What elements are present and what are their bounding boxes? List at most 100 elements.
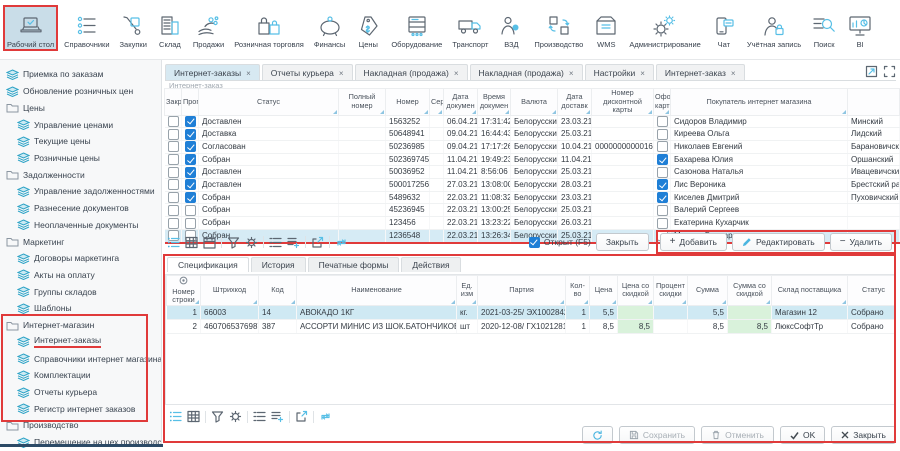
order-row[interactable]: Доставлен156325206.04.2117:31:42Белорусс… [165, 115, 900, 128]
spec-column-header[interactable]: Цена со скидкой [618, 276, 654, 306]
order-posted-checkbox[interactable] [185, 167, 196, 178]
close-tab-icon[interactable]: × [731, 69, 736, 78]
toolbar-item[interactable]: Справочники [60, 5, 113, 51]
list-view-icon[interactable] [169, 410, 182, 423]
sidebar-item[interactable]: Справочники интернет магазина [6, 350, 161, 367]
calendar-icon[interactable] [203, 236, 216, 249]
toolbar-item[interactable]: Поиск [807, 5, 841, 51]
filter-icon[interactable] [227, 236, 240, 249]
toolbar-item[interactable]: Финансы [310, 5, 350, 51]
document-tab[interactable]: Интернет-заказ× [656, 64, 745, 80]
orders-column-header[interactable]: Дата докумен [444, 89, 478, 116]
sidebar-item[interactable]: Приемка по заказам [6, 66, 161, 83]
order-closed-checkbox[interactable] [168, 116, 179, 127]
order-row[interactable]: Собран50236974511.04.2119:49:23Белорусск… [165, 153, 900, 166]
open-in-window-icon[interactable] [865, 65, 878, 78]
sidebar-item[interactable]: Текущие цены [6, 133, 161, 150]
order-row[interactable]: Собран548963222.03.2111:08:32Белорусский… [165, 191, 900, 204]
orders-column-header[interactable]: Прог [182, 89, 199, 116]
orders-column-header[interactable]: Номер дисконтной карты [592, 89, 654, 116]
cancel-button[interactable]: Отменить [701, 426, 774, 444]
order-closed-checkbox[interactable] [168, 179, 179, 190]
spec-column-header[interactable]: Цена [590, 276, 618, 306]
sidebar-folder[interactable]: Цены [6, 99, 161, 116]
table-view-icon[interactable] [187, 410, 200, 423]
orders-column-header[interactable]: Покупатель интернет магазина [671, 89, 848, 116]
toolbar-item[interactable]: Учётная запись [743, 5, 805, 51]
gear-icon[interactable] [245, 236, 258, 249]
toolbar-item[interactable]: Склад [153, 5, 187, 51]
sidebar-item[interactable]: Неоплаченные документы [6, 216, 161, 233]
spec-column-header[interactable]: Партия [478, 276, 566, 306]
spec-column-header[interactable]: Код [259, 276, 297, 306]
order-ofo-checkbox[interactable] [657, 192, 668, 203]
order-closed-checkbox[interactable] [168, 154, 179, 165]
gear-icon[interactable] [229, 410, 242, 423]
filter-icon[interactable] [211, 410, 224, 423]
orders-column-header[interactable]: Сер [430, 89, 444, 116]
toolbar-item[interactable]: Чат [707, 5, 741, 51]
order-row[interactable]: Доставлен50001725627.03.2113:08:00Белору… [165, 179, 900, 192]
close-tab-icon[interactable]: × [454, 69, 459, 78]
orders-column-header[interactable]: Полный номер [339, 89, 386, 116]
orders-column-header[interactable]: Дата доставк [558, 89, 592, 116]
spec-row[interactable]: 24607065376987387АССОРТИ МИНИС ИЗ ШОК.БА… [167, 319, 897, 333]
ok-button[interactable]: OK [780, 426, 825, 444]
document-tab[interactable]: Интернет-заказы× [165, 64, 260, 80]
toolbar-item[interactable]: Розничная торговля [230, 5, 308, 51]
order-posted-checkbox[interactable] [185, 141, 196, 152]
document-tab[interactable]: Отчеты курьера× [262, 64, 353, 80]
sidebar-item[interactable]: Акты на оплату [6, 267, 161, 284]
order-posted-checkbox[interactable] [185, 129, 196, 140]
sidebar-item[interactable]: Регистр интернет заказов [6, 400, 161, 417]
order-row[interactable]: Собран12345622.03.2113:23:22Белорусский2… [165, 217, 900, 230]
add-row-icon[interactable] [271, 410, 284, 423]
spec-column-header[interactable]: Статус [848, 276, 897, 306]
sidebar-item[interactable]: Разнесение документов [6, 200, 161, 217]
orders-column-header[interactable] [848, 89, 900, 116]
sidebar-item[interactable]: Комплектации [6, 367, 161, 384]
sidebar-folder[interactable]: Задолженности [6, 166, 161, 183]
spec-column-header[interactable]: Сумма [688, 276, 728, 306]
order-posted-checkbox[interactable] [185, 154, 196, 165]
table-view-icon[interactable] [185, 236, 198, 249]
orders-column-header[interactable]: Валюта [511, 89, 558, 116]
toolbar-item[interactable]: WMS [589, 5, 623, 51]
close-tab-icon[interactable]: × [640, 69, 645, 78]
order-row[interactable]: Согласован5023698509.04.2117:17:26Белору… [165, 140, 900, 153]
spec-column-header[interactable]: Склад поставщика [772, 276, 848, 306]
sidebar-item[interactable]: Интернет-заказы [6, 334, 161, 351]
order-posted-checkbox[interactable] [185, 179, 196, 190]
spec-column-header[interactable]: Кол-во [566, 276, 590, 306]
sidebar-folder[interactable]: Производство [6, 417, 161, 434]
sidebar-folder[interactable]: Интернет-магазин [6, 317, 161, 334]
order-ofo-checkbox[interactable] [657, 167, 668, 178]
refresh-icon[interactable] [335, 236, 348, 249]
spec-column-header[interactable]: Штрихкод [201, 276, 259, 306]
specification-tab[interactable]: Спецификация [167, 257, 249, 272]
spec-column-header[interactable]: Процент скидки [654, 276, 688, 306]
order-ofo-checkbox[interactable] [657, 116, 668, 127]
orders-column-header[interactable]: Закр [165, 89, 182, 116]
sidebar-item[interactable]: Обновление розничных цен [6, 83, 161, 100]
numbered-list-icon[interactable] [269, 236, 282, 249]
toolbar-item[interactable]: Производство [530, 5, 587, 51]
orders-column-header[interactable]: Офо карт [654, 89, 671, 116]
close-tab-icon[interactable]: × [246, 69, 251, 78]
order-ofo-checkbox[interactable] [657, 205, 668, 216]
order-closed-checkbox[interactable] [168, 141, 179, 152]
order-row[interactable]: Доставлен5003695211.04.218:56:06Белорусс… [165, 166, 900, 179]
order-row[interactable]: Доставка5064894109.04.2116:44:43Белорусс… [165, 128, 900, 141]
sidebar-item[interactable]: Управление ценами [6, 116, 161, 133]
sidebar-folder[interactable]: Маркетинг [6, 233, 161, 250]
specification-tab[interactable]: Печатные формы [308, 257, 400, 272]
sidebar-item[interactable]: Перемещение на цех производства [6, 434, 161, 451]
spec-column-header[interactable]: Сумма со скидкой [728, 276, 772, 306]
spec-column-header[interactable]: Наименование [297, 276, 457, 306]
document-tab[interactable]: Настройки× [585, 64, 654, 80]
toolbar-item[interactable]: Рабочий стол [3, 5, 58, 51]
order-closed-checkbox[interactable] [168, 218, 179, 229]
spec-row[interactable]: 16600314АВОКАДО 1КГкг.2021-03-25/ ЭХ1002… [167, 305, 897, 319]
toolbar-item[interactable]: Цены [351, 5, 385, 51]
order-ofo-checkbox[interactable] [657, 129, 668, 140]
